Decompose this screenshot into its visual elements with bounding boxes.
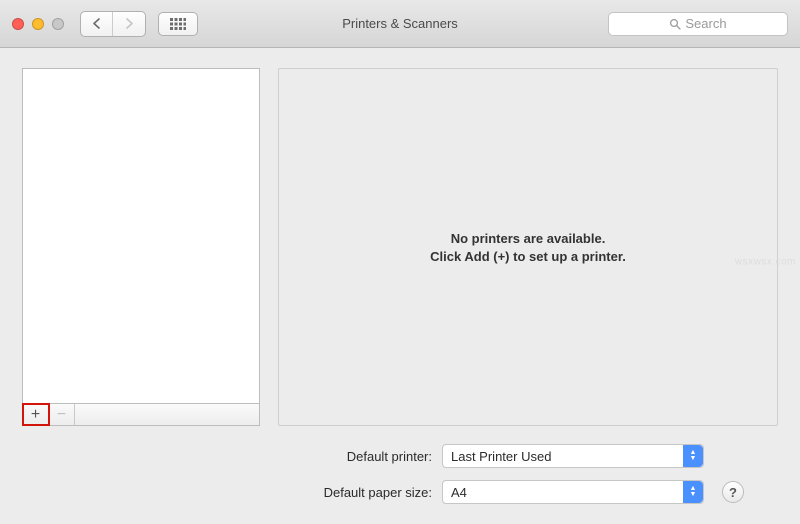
nav-back-forward bbox=[80, 11, 146, 37]
default-printer-label: Default printer: bbox=[22, 449, 432, 464]
remove-printer-button[interactable]: − bbox=[49, 404, 75, 425]
zoom-icon[interactable] bbox=[52, 18, 64, 30]
forward-button[interactable] bbox=[113, 12, 145, 36]
settings-rows: Default printer: Last Printer Used ▲▼ De… bbox=[22, 442, 778, 510]
upper-panel: + − No printers are available. Click Add… bbox=[22, 68, 778, 426]
minimize-icon[interactable] bbox=[32, 18, 44, 30]
default-paper-row: Default paper size: A4 ▲▼ ? bbox=[22, 480, 772, 504]
close-icon[interactable] bbox=[12, 18, 24, 30]
show-all-button[interactable] bbox=[158, 12, 198, 36]
list-toolbar: + − bbox=[22, 404, 260, 426]
printer-list-column: + − bbox=[22, 68, 260, 426]
detail-pane: No printers are available. Click Add (+)… bbox=[278, 68, 778, 426]
window-title: Printers & Scanners bbox=[342, 16, 458, 31]
chevron-up-down-icon: ▲▼ bbox=[683, 481, 703, 503]
default-printer-select[interactable]: Last Printer Used ▲▼ bbox=[442, 444, 704, 468]
search-icon bbox=[669, 18, 681, 30]
search-placeholder: Search bbox=[685, 16, 726, 31]
default-printer-value: Last Printer Used bbox=[451, 449, 551, 464]
empty-message-line1: No printers are available. bbox=[451, 231, 606, 246]
back-button[interactable] bbox=[81, 12, 113, 36]
content-area: + − No printers are available. Click Add… bbox=[0, 48, 800, 524]
help-button[interactable]: ? bbox=[722, 481, 744, 503]
default-printer-row: Default printer: Last Printer Used ▲▼ bbox=[22, 444, 772, 468]
empty-message-line2: Click Add (+) to set up a printer. bbox=[430, 249, 626, 264]
watermark: wsxwsx.com bbox=[735, 257, 796, 268]
minus-icon: − bbox=[57, 406, 66, 424]
search-input[interactable]: Search bbox=[608, 12, 788, 36]
add-printer-button[interactable]: + bbox=[23, 404, 49, 425]
window-controls bbox=[12, 18, 64, 30]
default-paper-label: Default paper size: bbox=[22, 485, 432, 500]
chevron-up-down-icon: ▲▼ bbox=[683, 445, 703, 467]
titlebar: Printers & Scanners Search bbox=[0, 0, 800, 48]
default-paper-select[interactable]: A4 ▲▼ bbox=[442, 480, 704, 504]
default-paper-value: A4 bbox=[451, 485, 467, 500]
help-icon: ? bbox=[729, 485, 737, 500]
printer-list[interactable] bbox=[22, 68, 260, 404]
plus-icon: + bbox=[31, 406, 40, 424]
